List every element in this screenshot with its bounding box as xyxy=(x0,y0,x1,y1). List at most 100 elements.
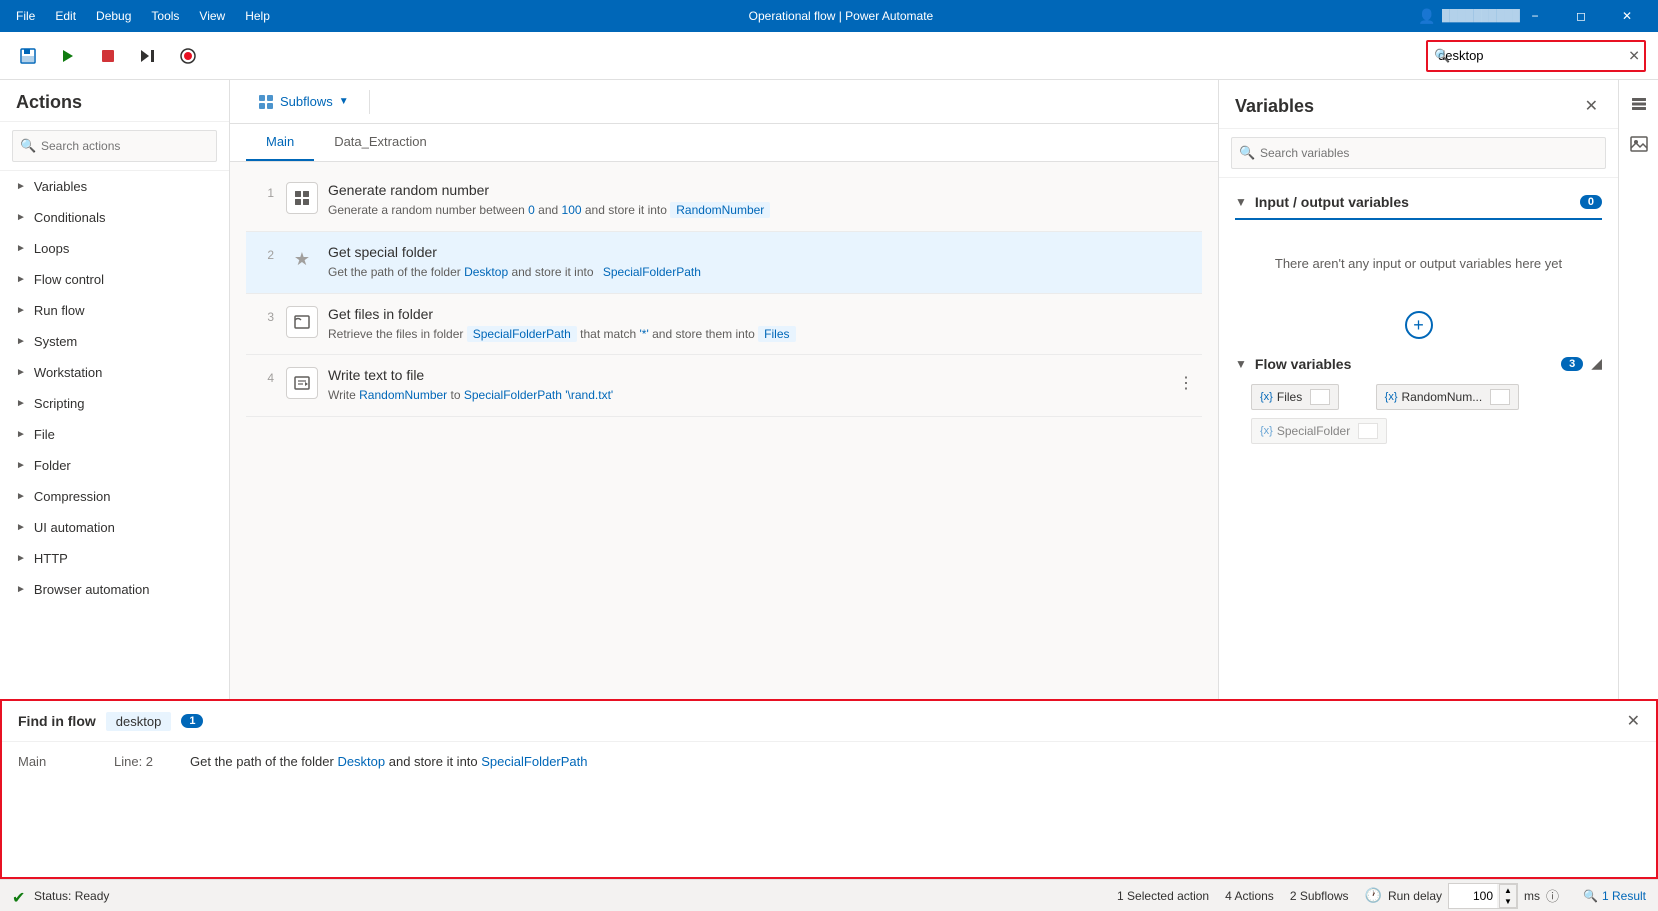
action-group-workstation[interactable]: ► Workstation xyxy=(0,357,229,388)
account-name: ██████████ xyxy=(1458,0,1504,32)
find-close-button[interactable]: ✕ xyxy=(1627,711,1640,731)
variable-chip-files[interactable]: {x} Files xyxy=(1251,384,1339,410)
minimize-button[interactable]: − xyxy=(1512,0,1558,32)
subflows-count: 2 Subflows xyxy=(1290,889,1349,903)
flow-variables-list: {x} Files {x} RandomNum... {x} xyxy=(1219,380,1618,448)
menu-bar[interactable]: File Edit Debug Tools View Help xyxy=(8,5,278,27)
flow-search-clear-button[interactable]: ✕ xyxy=(1628,47,1640,64)
status-bar: ✔ Status: Ready 1 Selected action 4 Acti… xyxy=(0,879,1658,911)
variables-close-button[interactable]: ✕ xyxy=(1581,92,1602,120)
step-tag: SpecialFolderPath xyxy=(597,264,707,280)
chevron-right-icon: ► xyxy=(16,491,26,502)
menu-help[interactable]: Help xyxy=(237,5,278,27)
action-group-label: Folder xyxy=(34,458,71,473)
flow-search-icon: 🔍 xyxy=(1434,48,1450,64)
restore-button[interactable]: ◻ xyxy=(1558,0,1604,32)
action-group-flow-control[interactable]: ► Flow control xyxy=(0,264,229,295)
action-group-run-flow[interactable]: ► Run flow xyxy=(0,295,229,326)
tab-bar: Main Data_Extraction xyxy=(230,124,1218,162)
window-controls[interactable]: 👤 ██████████ − ◻ ✕ xyxy=(1404,0,1650,32)
flow-variables-badge: 3 xyxy=(1561,357,1583,371)
actions-search-input[interactable] xyxy=(12,130,217,162)
variables-search-wrap: 🔍 xyxy=(1219,129,1618,178)
menu-view[interactable]: View xyxy=(191,5,233,27)
variables-search-icon: 🔍 xyxy=(1239,145,1255,161)
flow-step-2[interactable]: 2 ★ Get special folder Get the path of t… xyxy=(246,232,1202,294)
find-result-link2[interactable]: SpecialFolderPath xyxy=(481,754,587,769)
action-group-browser-automation[interactable]: ► Browser automation xyxy=(0,574,229,605)
actions-title: Actions xyxy=(0,80,229,122)
save-button[interactable] xyxy=(12,40,44,72)
find-result-line: Line: 2 xyxy=(114,754,174,769)
variable-name: Files xyxy=(1277,390,1302,404)
chevron-right-icon: ► xyxy=(16,584,26,595)
find-result-link1[interactable]: Desktop xyxy=(337,754,385,769)
actions-list: ► Variables ► Conditionals ► Loops ► Flo… xyxy=(0,171,229,699)
middle-panel: Subflows ▼ Main Data_Extraction 1 xyxy=(230,80,1218,699)
step-link: SpecialFolderPath xyxy=(464,388,562,402)
chevron-right-icon: ► xyxy=(16,522,26,533)
input-output-header[interactable]: ▼ Input / output variables 0 xyxy=(1219,186,1618,218)
variable-chip-randomnum[interactable]: {x} RandomNum... xyxy=(1376,384,1520,410)
search-result-icon: 🔍 xyxy=(1583,889,1598,903)
image-icon[interactable] xyxy=(1623,128,1655,160)
filter-icon[interactable]: ◢ xyxy=(1591,355,1602,372)
action-group-ui-automation[interactable]: ► UI automation xyxy=(0,512,229,543)
flow-step-3[interactable]: 3 Get files in folder Retrieve the files… xyxy=(246,294,1202,356)
menu-tools[interactable]: Tools xyxy=(143,5,187,27)
action-group-loops[interactable]: ► Loops xyxy=(0,233,229,264)
find-result-row[interactable]: Main Line: 2 Get the path of the folder … xyxy=(2,742,1656,781)
close-button[interactable]: ✕ xyxy=(1604,0,1650,32)
input-output-empty: There aren't any input or output variabl… xyxy=(1219,224,1618,303)
menu-file[interactable]: File xyxy=(8,5,43,27)
action-group-folder[interactable]: ► Folder xyxy=(0,450,229,481)
flow-search-wrap: 🔍 ✕ xyxy=(1426,40,1646,72)
run-delay-increment[interactable]: ▲ xyxy=(1500,885,1516,896)
step-button[interactable] xyxy=(132,40,164,72)
action-group-variables[interactable]: ► Variables xyxy=(0,171,229,202)
action-group-compression[interactable]: ► Compression xyxy=(0,481,229,512)
menu-debug[interactable]: Debug xyxy=(88,5,139,27)
action-group-scripting[interactable]: ► Scripting xyxy=(0,388,229,419)
record-button[interactable] xyxy=(172,40,204,72)
run-button[interactable] xyxy=(52,40,84,72)
run-delay-decrement[interactable]: ▼ xyxy=(1500,896,1516,907)
action-group-file[interactable]: ► File xyxy=(0,419,229,450)
variables-search-input[interactable] xyxy=(1231,137,1606,169)
action-group-label: Conditionals xyxy=(34,210,106,225)
run-delay-input[interactable] xyxy=(1449,884,1497,908)
variables-panel: Variables ✕ 🔍 ▼ Input / output variables xyxy=(1218,80,1618,699)
status-ready: ✔ Status: Ready xyxy=(12,888,109,904)
step-more-button[interactable]: ⋮ xyxy=(1170,369,1202,397)
step-title-4: Write text to file xyxy=(328,367,1202,383)
tab-data-extraction[interactable]: Data_Extraction xyxy=(314,124,447,161)
action-group-conditionals[interactable]: ► Conditionals xyxy=(0,202,229,233)
tab-main[interactable]: Main xyxy=(246,124,314,161)
find-result-location: Main xyxy=(18,754,98,769)
flow-search-input[interactable] xyxy=(1426,40,1646,72)
variable-chip-specialfolder[interactable]: {x} SpecialFolder xyxy=(1251,418,1387,444)
action-group-label: UI automation xyxy=(34,520,115,535)
flow-step-1[interactable]: 1 Generate random number xyxy=(246,170,1202,232)
layers-icon[interactable] xyxy=(1623,88,1655,120)
action-group-label: File xyxy=(34,427,55,442)
subflows-button[interactable]: Subflows ▼ xyxy=(246,86,361,118)
chevron-right-icon: ► xyxy=(16,367,26,378)
variables-header: Variables ✕ xyxy=(1219,80,1618,129)
menu-edit[interactable]: Edit xyxy=(47,5,84,27)
flow-variables-section: ▼ Flow variables 3 ◢ {x} Files xyxy=(1219,347,1618,448)
status-text: Status: Ready xyxy=(34,889,109,903)
flow-variables-header[interactable]: ▼ Flow variables 3 ◢ xyxy=(1219,347,1618,380)
action-group-label: Workstation xyxy=(34,365,102,380)
step-number-3: 3 xyxy=(246,306,286,324)
action-group-http[interactable]: ► HTTP xyxy=(0,543,229,574)
action-group-system[interactable]: ► System xyxy=(0,326,229,357)
step-title-1: Generate random number xyxy=(328,182,1202,198)
stop-button[interactable] xyxy=(92,40,124,72)
result-link[interactable]: 🔍 1 Result xyxy=(1583,889,1646,903)
run-delay-unit: ms xyxy=(1524,889,1540,903)
title-bar: File Edit Debug Tools View Help Operatio… xyxy=(0,0,1658,32)
add-variable-button[interactable]: + xyxy=(1405,311,1433,339)
variable-type-label: {x} xyxy=(1260,391,1273,403)
flow-step-4[interactable]: 4 Write text to file xyxy=(246,355,1202,417)
